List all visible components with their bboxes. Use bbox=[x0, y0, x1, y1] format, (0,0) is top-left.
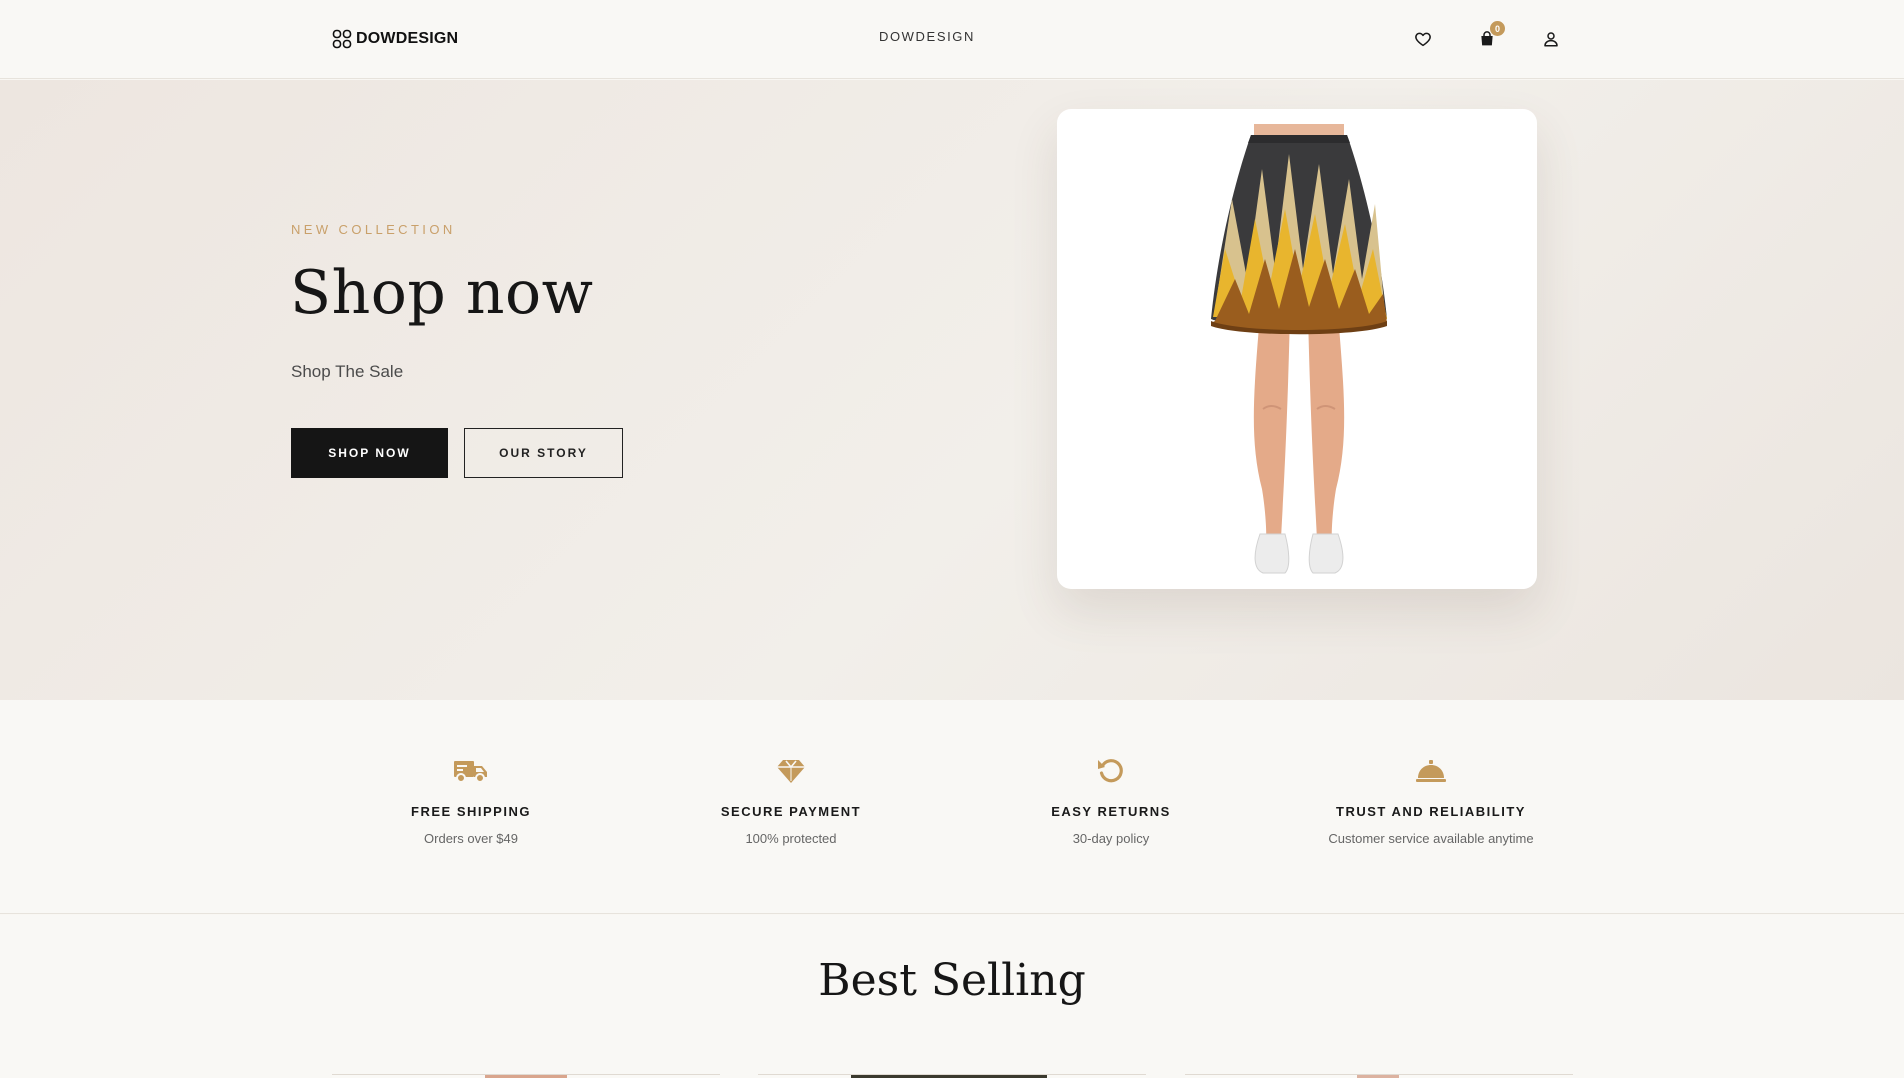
best-selling-section: Best Selling bbox=[0, 915, 1904, 1078]
account-button[interactable] bbox=[1540, 28, 1562, 50]
product-card[interactable] bbox=[332, 1074, 720, 1078]
site-logo[interactable]: DOWDESIGN bbox=[332, 27, 458, 51]
best-selling-title: Best Selling bbox=[818, 955, 1086, 1006]
cart-button[interactable]: 0 bbox=[1476, 21, 1505, 50]
feature-easy-returns: EASY RETURNS 30-day policy bbox=[961, 756, 1261, 846]
user-icon bbox=[1544, 32, 1558, 47]
feature-title: EASY RETURNS bbox=[1051, 804, 1171, 819]
feature-title: SECURE PAYMENT bbox=[720, 804, 862, 819]
cart-count-badge: 0 bbox=[1490, 21, 1505, 36]
feature-desc: 30-day policy bbox=[1072, 831, 1150, 846]
feature-title: FREE SHIPPING bbox=[411, 804, 531, 819]
service-bell-icon bbox=[1413, 756, 1449, 786]
hero-subtitle: Shop The Sale bbox=[291, 362, 404, 381]
logo-mark-icon bbox=[332, 29, 352, 49]
logo-text: DOWDESIGN bbox=[356, 30, 459, 47]
feature-desc: 100% protected bbox=[745, 831, 837, 846]
hero-product-image bbox=[1211, 124, 1387, 574]
diamond-icon bbox=[773, 756, 809, 786]
wishlist-button[interactable] bbox=[1412, 28, 1434, 50]
truck-icon bbox=[453, 756, 489, 786]
product-card[interactable] bbox=[1185, 1074, 1573, 1078]
hero-eyebrow: NEW COLLECTION bbox=[291, 222, 456, 237]
feature-title: TRUST AND RELIABILITY bbox=[1336, 804, 1526, 819]
feature-free-shipping: FREE SHIPPING Orders over $49 bbox=[321, 756, 621, 846]
feature-trust-reliability: TRUST AND RELIABILITY Customer service a… bbox=[1281, 756, 1581, 846]
product-card[interactable] bbox=[758, 1074, 1146, 1078]
feature-secure-payment: SECURE PAYMENT 100% protected bbox=[641, 756, 941, 846]
site-header: DOWDESIGN DOWDESIGN 0 bbox=[0, 0, 1904, 79]
our-story-button[interactable]: OUR STORY bbox=[464, 428, 623, 478]
heart-icon bbox=[1415, 32, 1431, 47]
feature-desc: Orders over $49 bbox=[424, 831, 518, 846]
features-section: FREE SHIPPING Orders over $49 SECURE PAY… bbox=[0, 700, 1904, 914]
shop-now-button[interactable]: SHOP NOW bbox=[291, 428, 448, 478]
return-icon bbox=[1093, 756, 1129, 786]
hero-section: NEW COLLECTION Shop now Shop The Sale SH… bbox=[0, 80, 1904, 700]
feature-desc: Customer service available anytime bbox=[1328, 831, 1534, 846]
nav-link-dowdesign[interactable]: DOWDESIGN bbox=[852, 29, 1002, 44]
hero-title: Shop now bbox=[290, 258, 594, 328]
hero-product-card[interactable] bbox=[1057, 109, 1537, 589]
